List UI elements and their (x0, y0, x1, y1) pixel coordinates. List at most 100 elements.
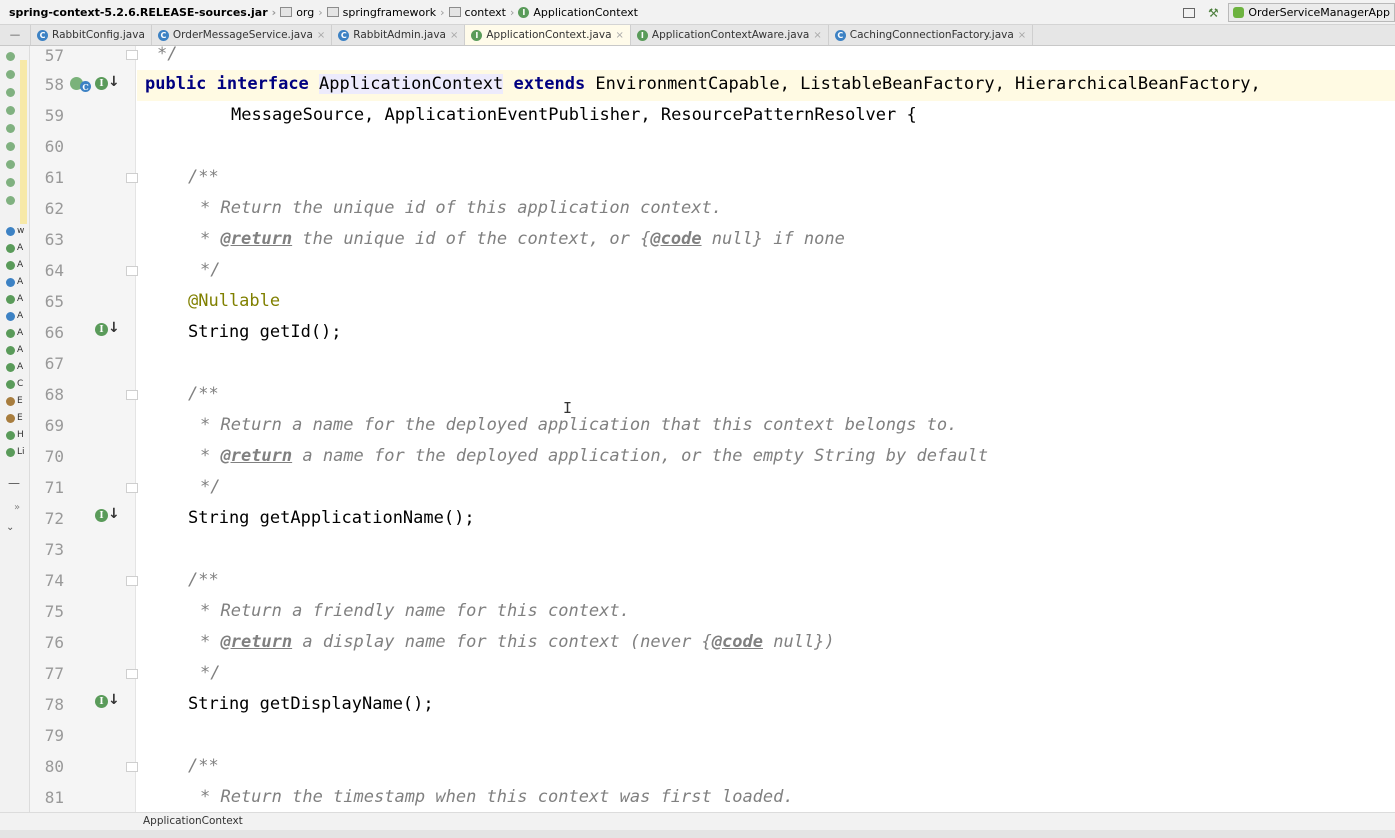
window-icon (1183, 7, 1196, 18)
code-line-81: * Return the timestamp when this context… (200, 787, 794, 807)
code-line-63: * @return the unique id of the context, … (200, 229, 845, 249)
code-line-57: */ (157, 46, 178, 64)
structure-item[interactable]: E (6, 396, 23, 406)
status-bar (0, 830, 1395, 838)
close-icon[interactable]: × (813, 30, 821, 41)
line-number: 73 (44, 540, 64, 559)
line-number: 74 (44, 571, 64, 590)
collapse-icon[interactable]: — (8, 476, 20, 490)
member-icon[interactable] (6, 178, 15, 187)
member-icon[interactable] (6, 70, 15, 79)
interface-icon (6, 294, 15, 304)
package-icon (448, 7, 461, 17)
breadcrumb-separator: › (271, 5, 277, 19)
line-number: 59 (44, 106, 64, 125)
structure-item[interactable]: A (6, 345, 23, 355)
class-icon: C (37, 29, 48, 41)
down-arrow-icon[interactable]: ↓ (108, 506, 120, 522)
tab-rabbit-config[interactable]: C RabbitConfig.java (31, 25, 152, 45)
interface-icon (6, 243, 15, 253)
bottom-breadcrumb: ApplicationContext (0, 812, 1395, 830)
implemented-icon[interactable]: I (95, 77, 108, 90)
class-icon: C (834, 29, 846, 41)
tab-rabbit-admin[interactable]: C RabbitAdmin.java × (332, 25, 466, 45)
structure-item[interactable]: A (6, 311, 23, 321)
spring-boot-icon (1233, 7, 1245, 18)
down-arrow-icon[interactable]: ↓ (108, 692, 120, 708)
close-icon[interactable]: × (450, 30, 458, 41)
text-cursor-icon: I (563, 399, 573, 417)
expand-more-icon[interactable]: » (14, 502, 20, 513)
breadcrumb-current-label: ApplicationContext (533, 5, 638, 19)
line-number: 77 (44, 664, 64, 683)
member-icon[interactable] (6, 106, 15, 115)
line-number: 62 (44, 199, 64, 218)
hammer-icon: ⚒ (1207, 5, 1219, 20)
member-icon[interactable] (6, 196, 15, 205)
tab-application-context-aware[interactable]: I ApplicationContextAware.java × (630, 25, 829, 45)
breadcrumb-springframework-label: springframework (342, 5, 437, 19)
implemented-icon[interactable]: I (95, 323, 108, 336)
code-line-69: * Return a name for the deployed applica… (200, 415, 958, 435)
project-structure-button[interactable] (1180, 4, 1198, 22)
class-icon: C (338, 29, 350, 41)
tab-order-message-service[interactable]: C OrderMessageService.java × (151, 25, 333, 45)
tab-application-context[interactable]: I ApplicationContext.java × (465, 25, 631, 45)
down-arrow-icon[interactable]: ↓ (108, 74, 120, 90)
structure-item[interactable]: A (6, 328, 23, 338)
code-line-65: @Nullable (188, 291, 281, 311)
implemented-icon[interactable]: I (95, 509, 108, 522)
down-arrow-icon[interactable]: ↓ (108, 320, 120, 336)
breadcrumb-org[interactable]: org › (280, 6, 326, 19)
build-button[interactable]: ⚒ (1204, 4, 1222, 22)
structure-item[interactable]: C (6, 379, 23, 389)
line-number: 78 (44, 695, 64, 714)
class-icon (6, 277, 15, 287)
code-line-77: */ (200, 663, 221, 683)
structure-item[interactable]: A (6, 277, 23, 287)
package-icon (326, 7, 339, 17)
structure-item[interactable]: A (6, 294, 23, 304)
close-icon[interactable]: × (616, 30, 624, 41)
run-configuration-label: OrderServiceManagerApp (1248, 6, 1390, 19)
breadcrumb-jar[interactable]: spring-context-5.2.6.RELEASE-sources.jar… (0, 6, 280, 19)
member-icon[interactable] (6, 160, 15, 169)
structure-item[interactable]: A (6, 362, 23, 372)
tab-label: ApplicationContextAware.java (651, 29, 810, 41)
structure-item[interactable]: A (6, 260, 23, 270)
close-icon[interactable]: × (1018, 30, 1026, 41)
member-icon[interactable] (6, 88, 15, 97)
breadcrumb-context[interactable]: context › (448, 5, 519, 19)
structure-item[interactable]: A (6, 243, 23, 253)
minus-icon: — (9, 29, 21, 41)
chevron-down-icon[interactable]: ⌄ (6, 522, 14, 533)
interface-name[interactable]: ApplicationContext (319, 74, 504, 94)
member-icon[interactable] (6, 52, 15, 61)
member-icon[interactable] (6, 124, 15, 133)
bottom-breadcrumb-label[interactable]: ApplicationContext (143, 815, 243, 827)
scope-highlight (20, 60, 27, 224)
implemented-icon[interactable]: I (95, 695, 108, 708)
line-number: 75 (44, 602, 64, 621)
code-line-70: * @return a name for the deployed applic… (200, 446, 989, 466)
tab-caching-connection-factory[interactable]: C CachingConnectionFactory.java × (828, 25, 1034, 45)
line-number: 57 (44, 46, 64, 65)
code-line-62: * Return the unique id of this applicati… (200, 198, 722, 218)
breadcrumb-springframework[interactable]: springframework › (326, 5, 449, 19)
tab-label: ApplicationContext.java (486, 29, 612, 41)
line-number: 80 (44, 757, 64, 776)
structure-item[interactable]: H (6, 430, 24, 440)
interface-icon (6, 447, 15, 457)
member-icon[interactable] (6, 142, 15, 151)
run-configuration-select[interactable]: OrderServiceManagerApp (1228, 3, 1395, 22)
code-editor[interactable]: */ public interface ApplicationContext e… (137, 46, 1395, 812)
close-icon[interactable]: × (317, 30, 325, 41)
structure-item[interactable]: Li (6, 447, 25, 457)
breadcrumb-current[interactable]: I ApplicationContext (518, 6, 638, 19)
structure-item[interactable]: w (6, 226, 24, 236)
structure-item[interactable]: E (6, 413, 23, 423)
editor-tabs: — C RabbitConfig.java C OrderMessageServ… (0, 25, 1395, 46)
collapse-button[interactable]: — (0, 25, 31, 45)
code-line-64: */ (200, 260, 221, 280)
breadcrumb-separator: › (510, 5, 515, 19)
